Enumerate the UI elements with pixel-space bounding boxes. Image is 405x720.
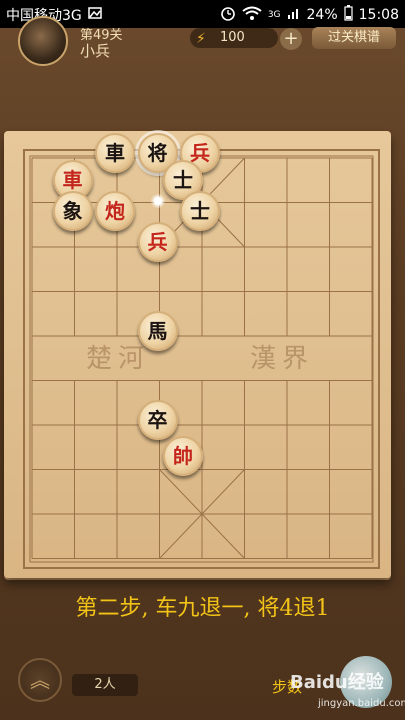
chess-piece[interactable]: 炮 bbox=[95, 190, 135, 231]
chess-piece[interactable]: 帥 bbox=[163, 435, 203, 476]
chess-piece[interactable]: 馬 bbox=[137, 311, 178, 351]
chess-piece[interactable]: 士 bbox=[180, 190, 220, 231]
chevron-up-icon: ︽ bbox=[30, 668, 50, 692]
river-label-right: 漢界 bbox=[250, 344, 315, 374]
players-count: 2人 bbox=[72, 674, 138, 696]
chess-piece[interactable]: 卒 bbox=[137, 400, 178, 440]
chess-piece[interactable]: 兵 bbox=[137, 222, 178, 262]
chess-piece[interactable]: 車 bbox=[95, 133, 135, 173]
watermark: Baidu经验 bbox=[290, 672, 384, 693]
watermark-url: jingyan.baidu.com bbox=[318, 698, 405, 709]
river-label-left: 楚河 bbox=[86, 344, 151, 374]
move-target-marker[interactable] bbox=[151, 194, 165, 208]
chess-piece[interactable]: 象 bbox=[52, 190, 93, 231]
back-button[interactable]: ︽ bbox=[18, 658, 62, 702]
move-caption: 第二步, 车九退一, 将4退1 bbox=[75, 596, 330, 621]
